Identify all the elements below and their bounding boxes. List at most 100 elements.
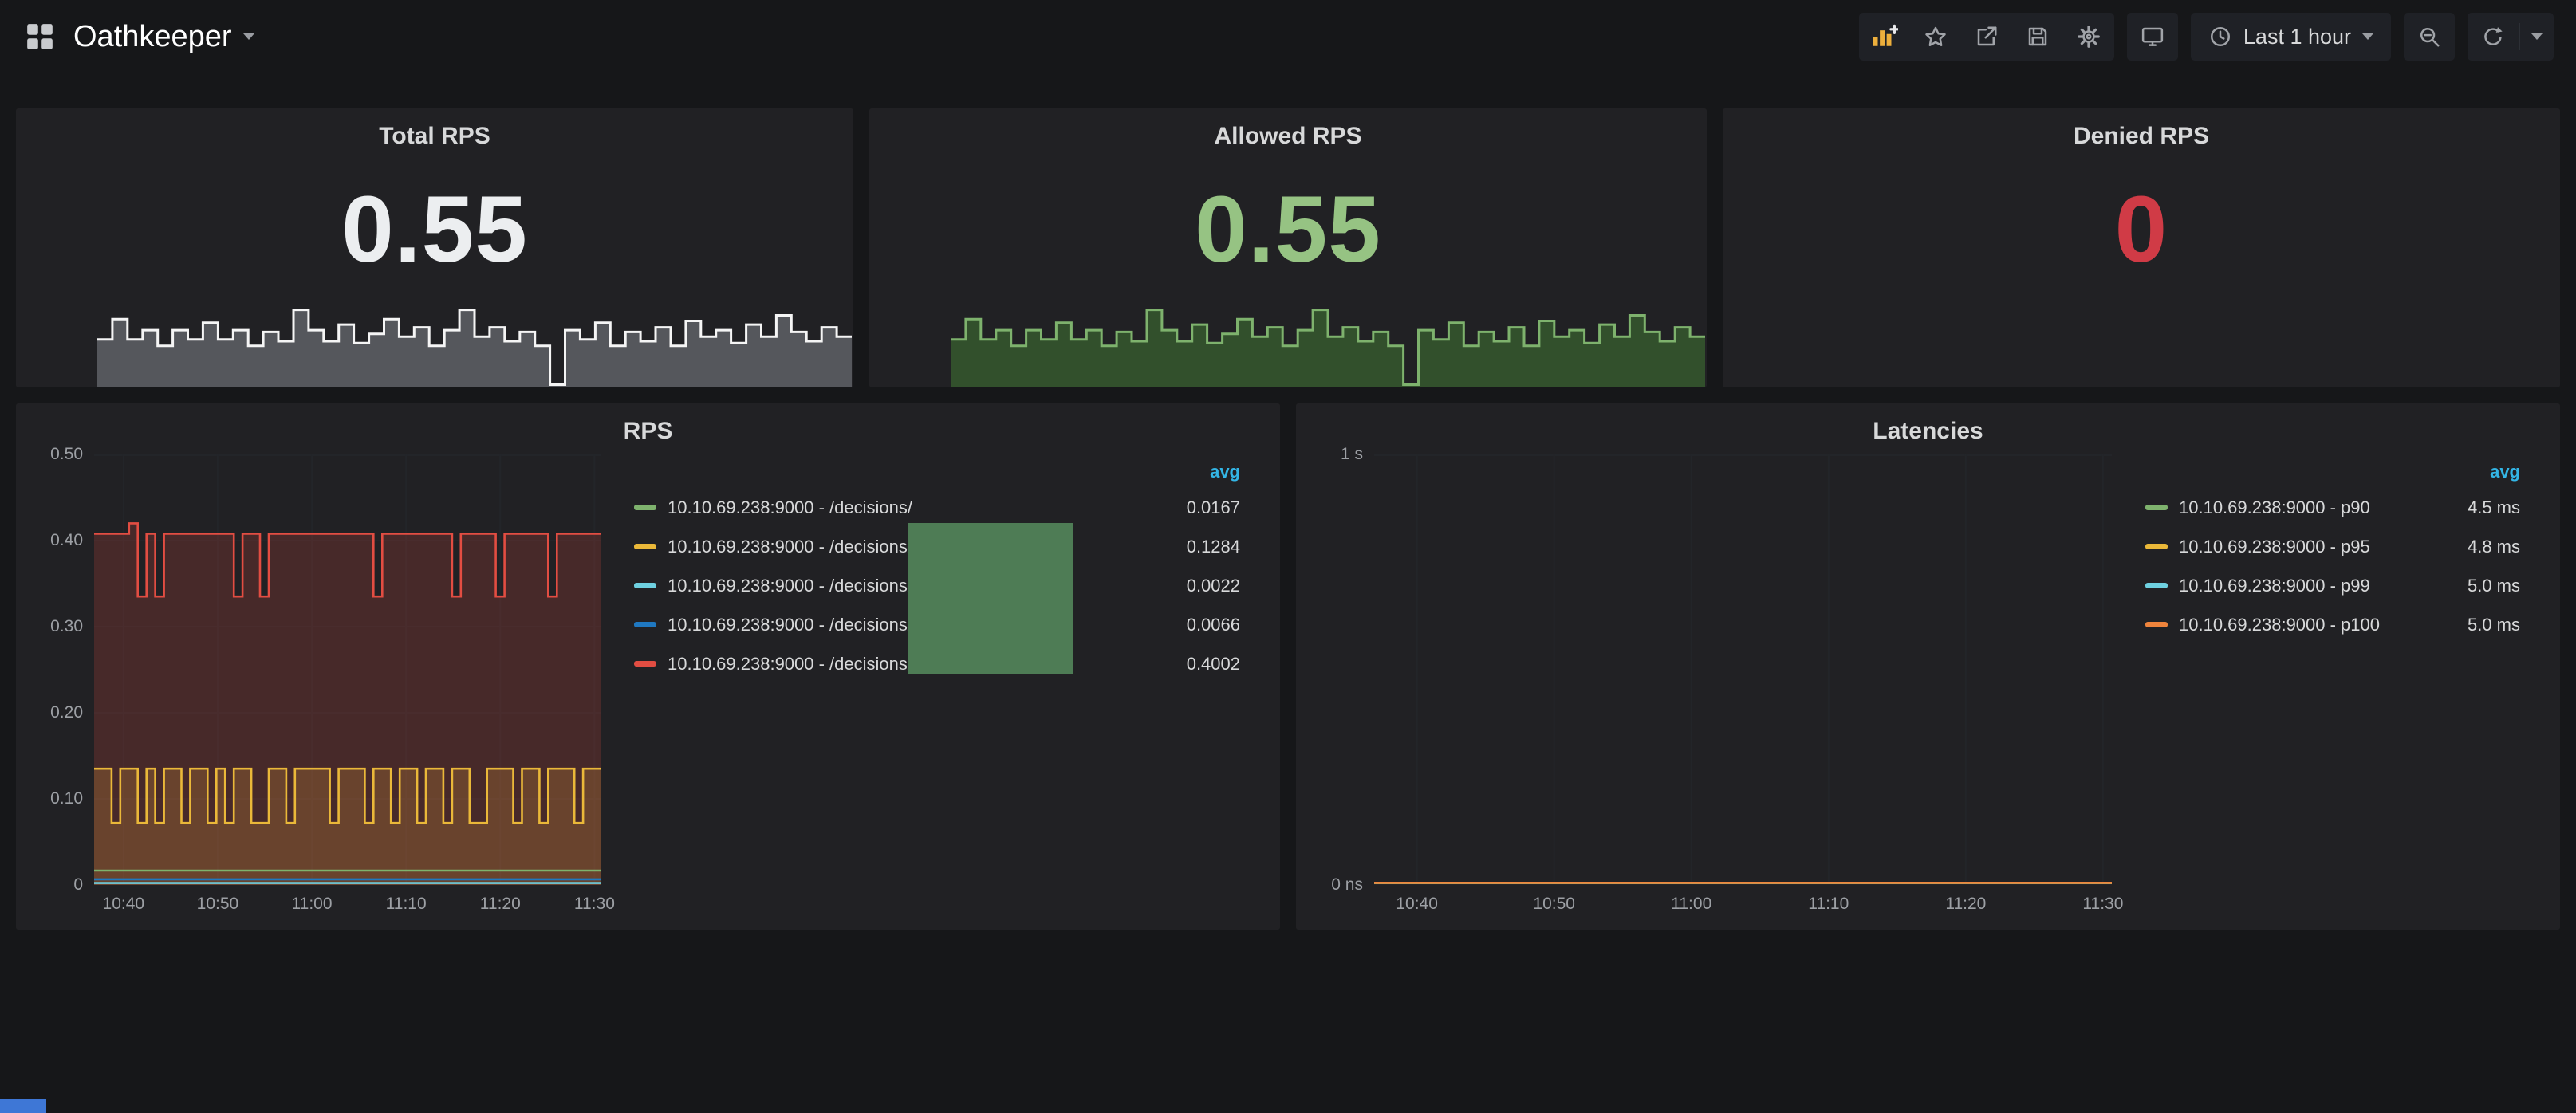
bar-chart-add-icon [1871, 24, 1898, 49]
plot-area[interactable] [1374, 454, 2112, 885]
x-tick-label: 11:00 [1671, 895, 1711, 914]
chevron-down-icon [2531, 33, 2543, 40]
legend-series-label: 10.10.69.238:9000 - p99 [2179, 576, 2370, 596]
time-picker-button[interactable]: Last 1 hour [2191, 13, 2391, 61]
save-icon [2026, 25, 2050, 49]
legend-series-swatch-icon [2145, 544, 2168, 549]
dashboard-actions-group [1859, 13, 2114, 61]
navbar-right: Last 1 hour [1846, 13, 2554, 61]
view-mode-group [2127, 13, 2178, 61]
legend-series-label: 10.10.69.238:9000 - /decisions/ [668, 615, 912, 635]
plot-area[interactable] [94, 454, 601, 885]
graph-body: 00.100.200.300.400.50 10:4010:5011:0011:… [16, 445, 1280, 930]
y-tick-label: 0.20 [50, 703, 83, 722]
save-button[interactable] [2012, 13, 2063, 61]
cycle-view-button[interactable] [2127, 13, 2178, 61]
navbar: Oathkeeper [0, 0, 2576, 73]
y-axis: 00.100.200.300.400.50 [22, 454, 94, 885]
x-tick-label: 10:50 [1533, 895, 1575, 914]
share-icon [1975, 25, 1999, 49]
x-tick-label: 11:10 [1808, 895, 1849, 914]
legend-row[interactable]: 10.10.69.238:9000 - /decisions/0.0167 [634, 488, 1240, 527]
legend-series-swatch-icon [2145, 622, 2168, 627]
legend-row[interactable]: 10.10.69.238:9000 - p90 4.5 ms [2145, 488, 2520, 527]
legend-series-swatch-icon [634, 622, 656, 627]
y-tick-label: 0.30 [50, 617, 83, 636]
panel-title[interactable]: Total RPS [16, 108, 853, 150]
graph-row: RPS 00.100.200.300.400.50 10:4010:5011:0… [0, 403, 2576, 930]
legend-series-label: 10.10.69.238:9000 - /decisions/ [668, 576, 912, 596]
stat-value: 0.55 [869, 175, 1707, 284]
panel-title[interactable]: Latencies [1296, 403, 2560, 445]
legend-series-swatch-icon [634, 544, 656, 549]
legend: avg 10.10.69.238:9000 - /decisions/0.016… [601, 454, 1275, 918]
grafana-dashboard: Oathkeeper [0, 0, 2576, 1113]
panel-title[interactable]: Denied RPS [1723, 108, 2560, 150]
refresh-interval-dropdown[interactable] [2520, 13, 2554, 61]
legend-series-label: 10.10.69.238:9000 - p95 [2179, 537, 2370, 557]
green-overlay-box [908, 523, 1073, 674]
panel-allowed-rps: Allowed RPS 0.55 [869, 108, 1707, 387]
monitor-icon [2141, 25, 2164, 49]
legend-series-label: 10.10.69.238:9000 - /decisions/ [668, 654, 912, 674]
legend: avg 10.10.69.238:9000 - p904.5 ms10.10.6… [2112, 454, 2555, 918]
x-axis: 10:4010:5011:0011:1011:2011:30 [1374, 885, 2112, 918]
plot-wrap: 10:4010:5011:0011:1011:2011:30 [1374, 454, 2112, 918]
legend-series-avg-value: 4.5 ms [2458, 498, 2520, 518]
add-panel-button[interactable] [1859, 13, 1910, 61]
y-tick-label: 1 s [1341, 445, 1363, 464]
stat-row: Total RPS 0.55 Allowed RPS 0.55 Denied R… [0, 108, 2576, 387]
refresh-icon [2481, 25, 2505, 49]
star-button[interactable] [1910, 13, 1961, 61]
zoom-out-button[interactable] [2404, 13, 2455, 61]
chevron-down-icon [243, 33, 254, 40]
refresh-group [2468, 13, 2554, 61]
y-tick-label: 0.50 [50, 445, 83, 464]
star-icon [1924, 25, 1948, 49]
legend-row[interactable]: 10.10.69.238:9000 - p95 4.8 ms [2145, 527, 2520, 566]
panel-latencies: Latencies 0 ns1 s 10:4010:5011:0011:1011… [1296, 403, 2560, 930]
x-tick-label: 11:20 [480, 895, 521, 914]
sparkline [951, 295, 1705, 387]
y-tick-label: 0 [73, 875, 83, 895]
dashboard-title: Oathkeeper [73, 20, 232, 54]
legend-series-avg-value: 4.8 ms [2458, 537, 2520, 557]
legend-series-swatch-icon [2145, 505, 2168, 510]
legend-series-avg-value: 5.0 ms [2458, 615, 2520, 635]
grafana-menu-button[interactable] [22, 19, 57, 54]
legend-row[interactable]: 10.10.69.238:9000 - p995.0 ms [2145, 566, 2520, 605]
clock-icon [2208, 25, 2232, 49]
settings-button[interactable] [2063, 13, 2114, 61]
dashboard-title-dropdown[interactable]: Oathkeeper [73, 20, 254, 54]
legend-row[interactable]: 10.10.69.238:9000 - p100 5.0 ms [2145, 605, 2520, 644]
refresh-button[interactable] [2468, 13, 2519, 61]
legend-avg-header[interactable]: avg [634, 456, 1240, 488]
x-tick-label: 10:50 [197, 895, 239, 914]
y-axis: 0 ns1 s [1302, 454, 1374, 885]
panel-total-rps: Total RPS 0.55 [16, 108, 853, 387]
panel-rps: RPS 00.100.200.300.400.50 10:4010:5011:0… [16, 403, 1280, 930]
y-tick-label: 0.10 [50, 789, 83, 808]
legend-series-swatch-icon [2145, 583, 2168, 588]
time-range-label: Last 1 hour [2243, 25, 2351, 49]
x-axis: 10:4010:5011:0011:1011:2011:30 [94, 885, 601, 918]
stat-value: 0.55 [16, 175, 853, 284]
magnifier-zoom-out-icon [2417, 25, 2441, 49]
stat-value: 0 [1723, 175, 2560, 284]
navbar-left: Oathkeeper [22, 19, 254, 54]
legend-series-label: 10.10.69.238:9000 - p100 [2179, 615, 2380, 635]
legend-avg-header[interactable]: avg [2145, 456, 2520, 488]
x-tick-label: 11:10 [386, 895, 427, 914]
chevron-down-icon [2362, 33, 2373, 40]
grid-logo-icon [25, 22, 55, 52]
x-tick-label: 11:00 [292, 895, 333, 914]
panel-title[interactable]: Allowed RPS [869, 108, 1707, 150]
panel-denied-rps: Denied RPS 0 [1723, 108, 2560, 387]
panel-title[interactable]: RPS [16, 403, 1280, 445]
y-tick-label: 0.40 [50, 531, 83, 550]
plot-wrap: 10:4010:5011:0011:1011:2011:30 [94, 454, 601, 918]
share-button[interactable] [1961, 13, 2012, 61]
legend-series-label: 10.10.69.238:9000 - p90 [2179, 498, 2370, 518]
legend-rows: 10.10.69.238:9000 - p904.5 ms10.10.69.23… [2145, 488, 2520, 644]
x-tick-label: 11:20 [1945, 895, 1986, 914]
